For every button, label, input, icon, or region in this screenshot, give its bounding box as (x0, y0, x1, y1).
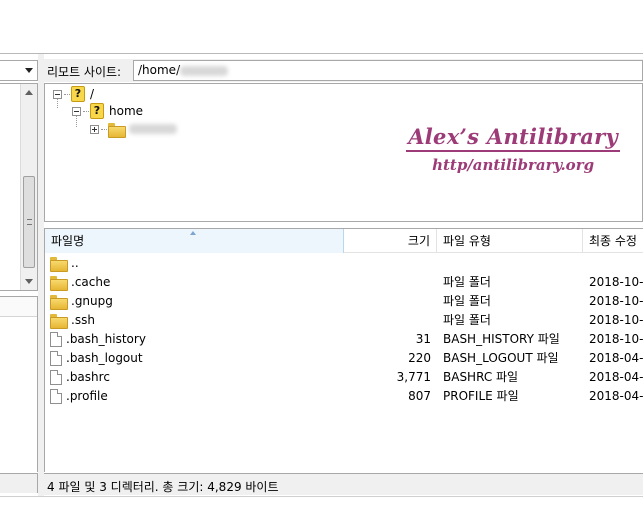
file-type: BASH_LOGOUT 파일 (443, 351, 559, 365)
tree-line (101, 128, 107, 130)
folder-icon (50, 276, 68, 291)
remote-path-input[interactable]: /home/ (133, 60, 643, 81)
table-row[interactable]: .bashrc 3,771 BASHRC 파일 2018-04-0 (45, 368, 643, 387)
local-tree-scrollbar[interactable] (20, 84, 37, 290)
file-type: 파일 폴더 (443, 313, 491, 327)
remote-site-bar: 리모트 사이트: /home/ (44, 59, 643, 82)
redacted-folder-name (129, 124, 177, 134)
file-size: 3,771 (396, 370, 431, 384)
remote-directory-tree[interactable]: ? / ? home Alex’s Antilibrary http/antil… (44, 83, 643, 222)
tree-node-label: / (90, 87, 95, 101)
chevron-down-icon[interactable] (25, 68, 33, 73)
scroll-thumb[interactable] (23, 176, 35, 268)
file-type: 파일 폴더 (443, 294, 491, 308)
tree-line (83, 110, 89, 112)
file-type: PROFILE 파일 (443, 389, 519, 403)
remote-status-bar: 4 파일 및 3 디렉터리. 총 크기: 4,829 바이트 (44, 473, 643, 495)
file-name: .. (71, 256, 79, 270)
tree-node-user[interactable] (90, 120, 177, 138)
file-modified: 2018-04-0 (589, 389, 643, 403)
list-header: 파일명 크기 파일 유형 최종 수정 (45, 229, 643, 253)
file-modified: 2018-04-0 (589, 351, 643, 365)
file-modified: 2018-10-2 (589, 275, 643, 289)
local-site-combo[interactable] (0, 60, 38, 81)
remote-path-text: /home/ (138, 63, 181, 77)
folder-icon (108, 122, 126, 138)
tree-node-label: home (109, 104, 144, 118)
column-header-size[interactable]: 크기 (344, 229, 437, 253)
column-header-name[interactable]: 파일명 (45, 229, 344, 253)
redacted-username (180, 65, 229, 76)
sort-ascending-icon (190, 231, 196, 235)
local-file-list[interactable] (0, 296, 38, 472)
bottom-area (0, 496, 643, 510)
column-header-type[interactable]: 파일 유형 (437, 229, 583, 253)
file-name: .ssh (71, 313, 95, 327)
file-modified: 2018-10-2 (589, 332, 643, 346)
file-size: 220 (408, 351, 431, 365)
file-name: .gnupg (71, 294, 113, 308)
grip-icon (27, 219, 32, 225)
table-row[interactable]: .profile 807 PROFILE 파일 2018-04-0 (45, 387, 643, 406)
local-list-header[interactable] (0, 297, 37, 317)
table-row[interactable]: .cache 파일 폴더 2018-10-2 (45, 273, 643, 292)
table-row[interactable]: .gnupg 파일 폴더 2018-10-2 (45, 292, 643, 311)
file-type: 파일 폴더 (443, 275, 491, 289)
file-name: .bash_history (66, 332, 146, 346)
file-size: 31 (415, 332, 431, 346)
folder-icon (50, 257, 68, 272)
remote-site-label: 리모트 사이트: (47, 65, 122, 79)
tree-node-home[interactable]: ? home (72, 102, 143, 120)
file-name: .bash_logout (66, 351, 143, 365)
expand-icon[interactable] (90, 124, 99, 134)
folder-icon (50, 314, 68, 329)
remote-file-list[interactable]: 파일명 크기 파일 유형 최종 수정 .. .cache 파일 폴더 2018-… (44, 228, 643, 472)
local-tree[interactable] (0, 83, 38, 291)
file-modified: 2018-10-2 (589, 294, 643, 308)
file-name: .profile (66, 389, 108, 403)
tree-line (64, 93, 70, 95)
scroll-down-icon[interactable] (25, 279, 33, 284)
collapse-icon[interactable] (53, 89, 62, 99)
question-folder-icon: ? (90, 103, 104, 119)
scroll-up-icon[interactable] (25, 90, 33, 95)
file-icon (50, 351, 62, 366)
watermark: Alex’s Antilibrary http/antilibrary.org (406, 124, 620, 174)
file-modified: 2018-04-0 (589, 370, 643, 384)
file-icon (50, 389, 62, 404)
divider (0, 53, 643, 54)
toolbar-area (0, 0, 643, 53)
column-header-modified[interactable]: 최종 수정 (583, 229, 643, 253)
table-row[interactable]: .ssh 파일 폴더 2018-10-2 (45, 311, 643, 330)
table-row[interactable]: .bash_history 31 BASH_HISTORY 파일 2018-10… (45, 330, 643, 349)
file-icon (50, 370, 62, 385)
column-header-name-label: 파일명 (51, 234, 85, 248)
folder-icon (50, 295, 68, 310)
file-type: BASHRC 파일 (443, 370, 519, 384)
file-name: .bashrc (66, 370, 110, 384)
tree-node-root[interactable]: ? / (53, 85, 94, 103)
file-name: .cache (71, 275, 111, 289)
watermark-url: http/antilibrary.org (432, 156, 595, 174)
table-row[interactable]: .. (45, 254, 643, 273)
watermark-title: Alex’s Antilibrary (406, 124, 620, 152)
table-row[interactable]: .bash_logout 220 BASH_LOGOUT 파일 2018-04-… (45, 349, 643, 368)
file-type: BASH_HISTORY 파일 (443, 332, 560, 346)
file-modified: 2018-10-2 (589, 313, 643, 327)
status-text: 4 파일 및 3 디렉터리. 총 크기: 4,829 바이트 (47, 480, 279, 494)
file-icon (50, 332, 62, 347)
local-status-bar (0, 473, 38, 493)
file-size: 807 (408, 389, 431, 403)
question-folder-icon: ? (71, 86, 85, 102)
collapse-icon[interactable] (72, 106, 81, 116)
